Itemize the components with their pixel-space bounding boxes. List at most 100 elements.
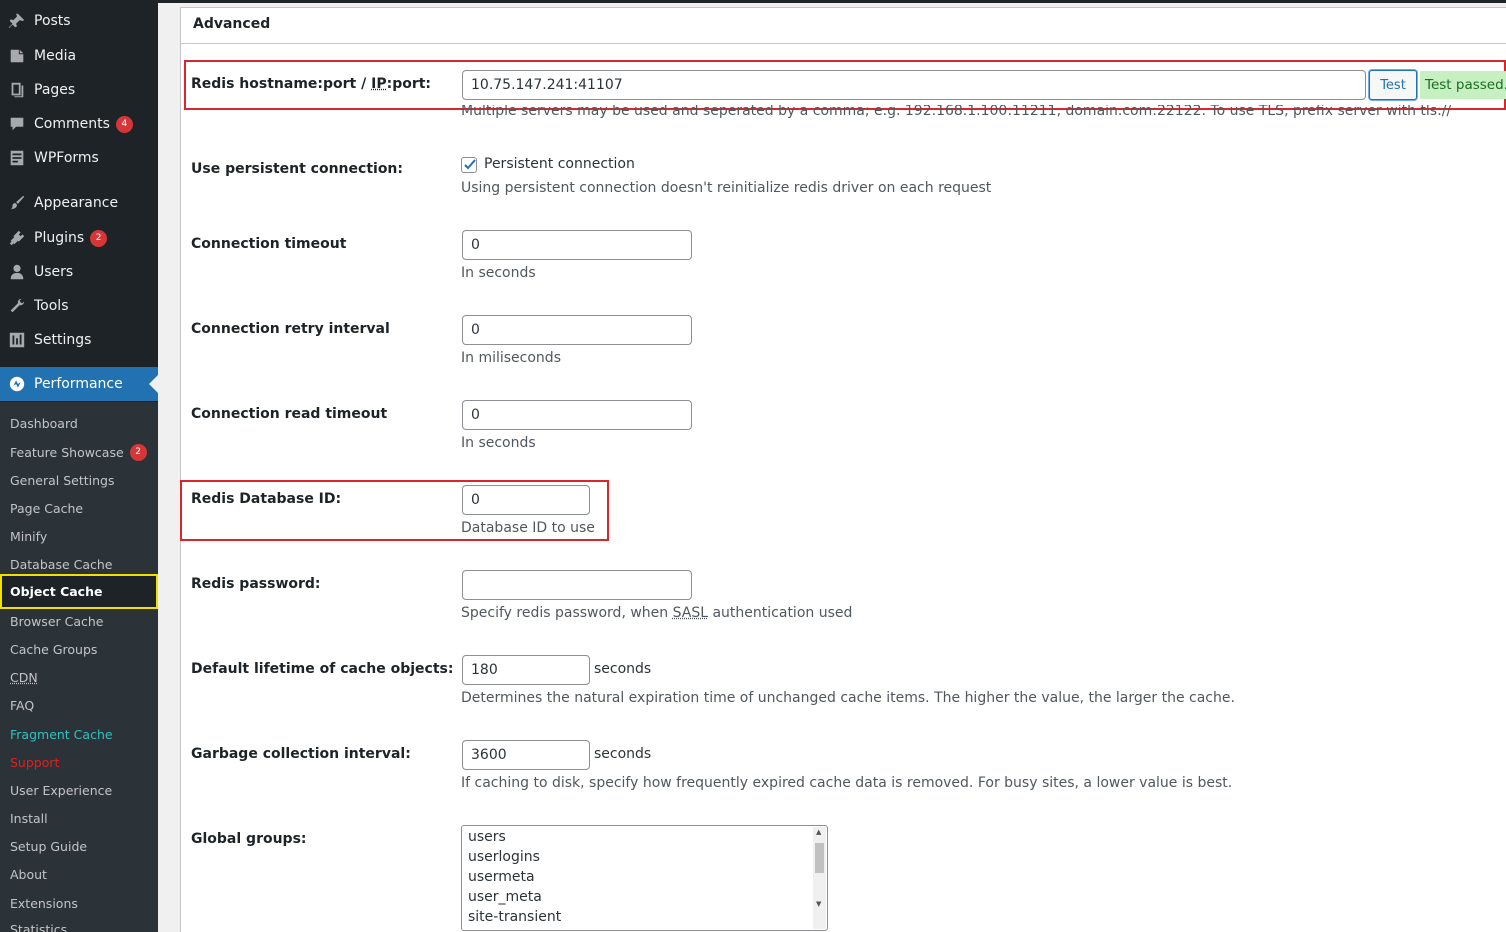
test-status: Test passed.	[1420, 71, 1506, 99]
lifetime-input[interactable]: 180	[462, 655, 590, 685]
submenu-page-cache[interactable]: Page Cache	[0, 494, 158, 522]
menu-item-settings[interactable]: Settings	[0, 323, 158, 357]
menu-label: Users	[34, 264, 73, 280]
password-description-pre: Specify redis password, when	[461, 605, 673, 621]
read-timeout-label: Connection read timeout	[191, 406, 387, 422]
ip-abbr: IP	[371, 76, 386, 92]
hostname-description: Multiple servers may be used and seperat…	[461, 105, 1461, 119]
advanced-settings-panel	[180, 7, 1506, 932]
database-id-description: Database ID to use	[461, 520, 595, 536]
group-item: usermeta	[468, 869, 535, 885]
groups-scrollbar[interactable]: ▲ ▼	[813, 827, 826, 929]
menu-label: WPForms	[34, 150, 99, 166]
database-id-label: Redis Database ID:	[191, 491, 341, 507]
read-timeout-description: In seconds	[461, 435, 536, 451]
retry-description: In miliseconds	[461, 350, 561, 366]
comments-count-badge: 4	[116, 116, 133, 133]
submenu-label: Database Cache	[10, 557, 113, 572]
pushpin-icon	[0, 12, 34, 30]
menu-label: Tools	[34, 298, 69, 314]
global-groups-textarea[interactable]: users userlogins usermeta user_meta site…	[461, 825, 828, 931]
submenu-general-settings[interactable]: General Settings	[0, 466, 158, 494]
hostname-input[interactable]: 10.75.147.241:41107	[462, 70, 1366, 100]
submenu-extensions[interactable]: Extensions	[0, 889, 158, 917]
menu-item-pages[interactable]: Pages	[0, 73, 158, 107]
menu-item-users[interactable]: Users	[0, 255, 158, 289]
submenu-about[interactable]: About	[0, 860, 158, 888]
timeout-description: In seconds	[461, 265, 536, 281]
read-timeout-input[interactable]: 0	[462, 400, 692, 430]
menu-label: Appearance	[34, 195, 118, 211]
submenu-label: Minify	[10, 529, 47, 544]
test-button[interactable]: Test	[1369, 70, 1417, 100]
global-groups-label: Global groups:	[191, 831, 307, 847]
gc-description: If caching to disk, specify how frequent…	[461, 775, 1232, 791]
submenu-label: Cache Groups	[10, 642, 97, 657]
submenu-setup-guide[interactable]: Setup Guide	[0, 832, 158, 860]
plugins-update-badge: 2	[90, 230, 107, 247]
lifetime-description: Determines the natural expiration time o…	[461, 690, 1235, 706]
timeout-input[interactable]: 0	[462, 230, 692, 260]
menu-item-performance[interactable]: Performance	[0, 367, 158, 401]
submenu-object-cache[interactable]: Object Cache	[0, 574, 158, 609]
menu-label: Performance	[34, 376, 123, 392]
top-bar	[158, 0, 1506, 3]
menu-label: Comments	[34, 116, 110, 132]
hostname-label: Redis hostname:port / IP:port:	[191, 76, 431, 92]
submenu-label: Extensions	[10, 896, 78, 911]
submenu-dashboard[interactable]: Dashboard	[0, 409, 158, 437]
menu-item-wpforms[interactable]: WPForms	[0, 141, 158, 175]
timeout-label: Connection timeout	[191, 236, 346, 252]
panel-divider	[181, 43, 1506, 44]
forms-icon	[0, 149, 34, 167]
gc-unit: seconds	[594, 746, 651, 762]
submenu-statistics[interactable]: Statistics	[0, 915, 158, 932]
password-description-post: authentication used	[708, 605, 852, 621]
persistent-description: Using persistent connection doesn't rein…	[461, 180, 991, 196]
menu-item-posts[interactable]: Posts	[0, 4, 158, 38]
menu-label: Pages	[34, 82, 75, 98]
scrollbar-thumb[interactable]	[815, 843, 824, 873]
submenu-faq[interactable]: FAQ	[0, 691, 158, 719]
submenu-label: Feature Showcase	[10, 445, 124, 460]
database-id-input[interactable]: 0	[462, 485, 590, 515]
submenu-label: Fragment Cache	[10, 727, 113, 742]
submenu-label: Statistics	[10, 922, 67, 932]
submenu-label: Object Cache	[10, 584, 102, 599]
lifetime-unit: seconds	[594, 661, 651, 677]
wrench-icon	[0, 297, 34, 315]
submenu-install[interactable]: Install	[0, 804, 158, 832]
gc-input[interactable]: 3600	[462, 740, 590, 770]
comments-icon	[0, 115, 34, 133]
submenu-minify[interactable]: Minify	[0, 522, 158, 550]
submenu-label: Browser Cache	[10, 614, 104, 629]
retry-input[interactable]: 0	[462, 315, 692, 345]
submenu-cache-groups[interactable]: Cache Groups	[0, 635, 158, 663]
lifetime-label: Default lifetime of cache objects:	[191, 661, 453, 677]
submenu-fragment-cache[interactable]: Fragment Cache	[0, 720, 158, 748]
persistent-checkbox[interactable]	[461, 157, 477, 173]
menu-item-tools[interactable]: Tools	[0, 289, 158, 323]
user-icon	[0, 263, 34, 281]
submenu-label: Setup Guide	[10, 839, 87, 854]
menu-item-media[interactable]: Media	[0, 39, 158, 73]
submenu-support[interactable]: Support	[0, 748, 158, 776]
password-input[interactable]	[462, 570, 692, 600]
performance-icon	[0, 375, 34, 393]
scroll-up-icon[interactable]: ▲	[816, 828, 821, 836]
scroll-down-icon[interactable]: ▼	[816, 900, 821, 908]
menu-label: Media	[34, 48, 76, 64]
admin-sidebar: Posts Media Pages Comments 4 WPForms App…	[0, 0, 158, 932]
menu-item-plugins[interactable]: Plugins 2	[0, 221, 158, 255]
submenu-feature-showcase[interactable]: Feature Showcase 2	[0, 438, 158, 466]
menu-item-appearance[interactable]: Appearance	[0, 186, 158, 220]
submenu-user-experience[interactable]: User Experience	[0, 776, 158, 804]
submenu-label: User Experience	[10, 783, 112, 798]
submenu-cdn[interactable]: CDN	[0, 663, 158, 691]
feature-showcase-badge: 2	[130, 444, 147, 461]
menu-item-comments[interactable]: Comments 4	[0, 107, 158, 141]
active-menu-arrow	[149, 375, 158, 393]
submenu-browser-cache[interactable]: Browser Cache	[0, 607, 158, 635]
hostname-label-post: :port:	[387, 76, 431, 92]
persistent-checkbox-label[interactable]: Persistent connection	[484, 156, 635, 172]
